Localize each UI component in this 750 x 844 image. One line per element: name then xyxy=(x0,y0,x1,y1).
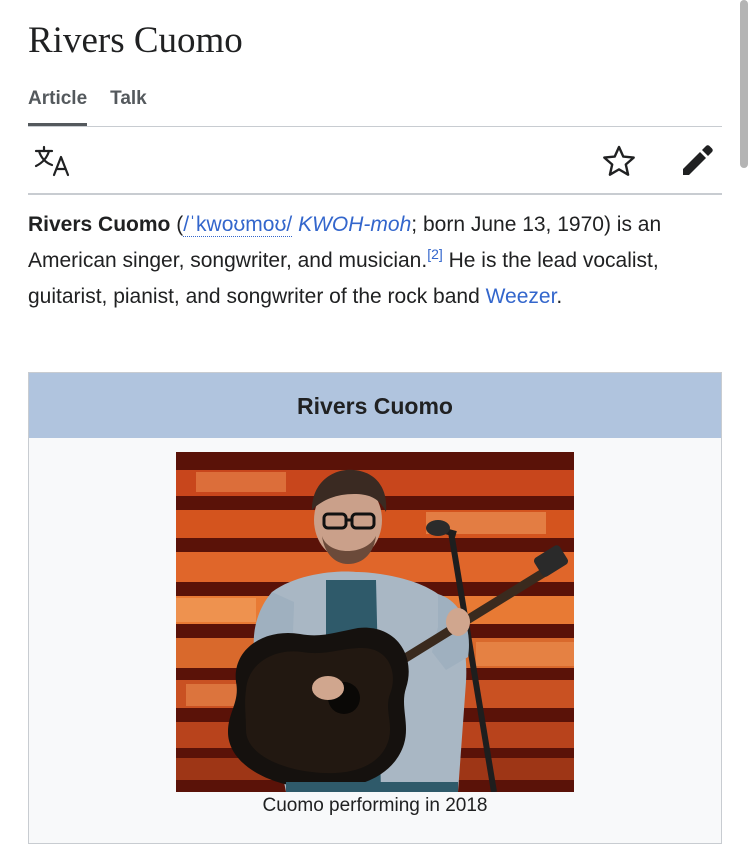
infobox-caption: Cuomo performing in 2018 xyxy=(262,795,488,816)
namespace-tabs: Article Talk xyxy=(28,86,170,128)
ipa-link[interactable]: /ˈkwoʊmoʊ/ xyxy=(183,213,293,237)
pencil-icon[interactable] xyxy=(679,143,715,179)
tab-talk[interactable]: Talk xyxy=(110,86,147,126)
respelling-link[interactable]: KWOH-moh xyxy=(298,213,411,236)
infobox-title: Rivers Cuomo xyxy=(29,373,721,438)
citation-link[interactable]: [2] xyxy=(427,246,443,262)
toolbar-divider xyxy=(28,193,722,195)
translate-icon[interactable] xyxy=(34,145,72,177)
tab-article[interactable]: Article xyxy=(28,86,88,126)
weezer-link[interactable]: Weezer xyxy=(486,285,557,308)
lead-end: . xyxy=(556,285,563,308)
tabs-divider xyxy=(28,126,722,127)
star-icon[interactable] xyxy=(601,144,637,178)
infobox: Rivers Cuomo Cuomo performing in 2018 xyxy=(28,372,722,844)
infobox-image[interactable] xyxy=(176,452,574,792)
page-title: Rivers Cuomo xyxy=(28,20,243,61)
article-subject: Rivers Cuomo xyxy=(28,213,171,236)
open-paren: ( xyxy=(170,213,184,236)
lead-paragraph: Rivers Cuomo (/ˈkwoʊmoʊ/ KWOH-moh; born … xyxy=(28,207,728,315)
scrollbar[interactable] xyxy=(740,0,748,168)
